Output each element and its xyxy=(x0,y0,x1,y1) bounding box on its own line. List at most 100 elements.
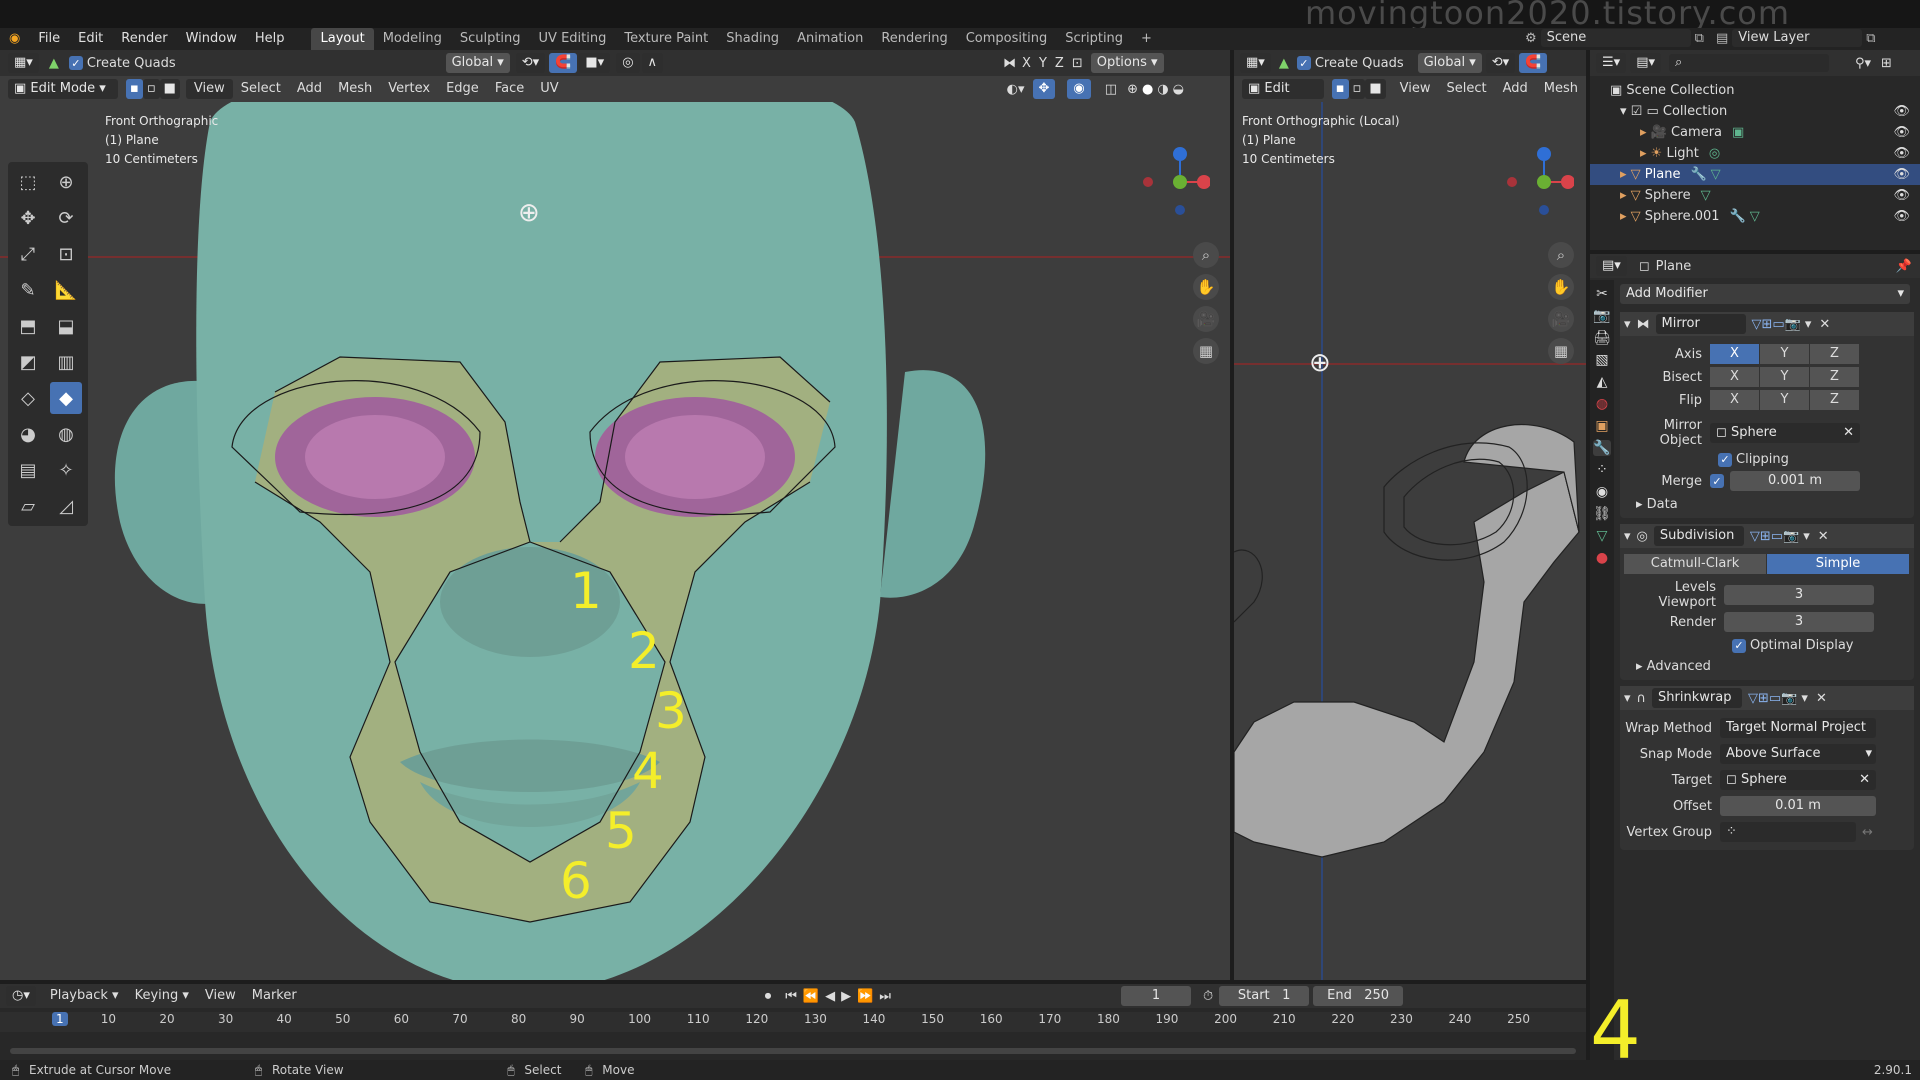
modifier-tab-icon[interactable]: 🔧 xyxy=(1593,440,1611,456)
tool-tab-icon[interactable]: ✂ xyxy=(1596,286,1608,302)
rendered-shading-icon[interactable]: ◒ xyxy=(1173,82,1184,97)
3d-cursor-icon[interactable]: ⊕ xyxy=(518,198,540,228)
add-modifier-dropdown[interactable]: Add Modifier ▾ xyxy=(1620,284,1910,304)
eye-icon[interactable]: 👁 xyxy=(1893,164,1910,185)
snap-icon[interactable]: 🧲 xyxy=(549,53,578,73)
eye-icon[interactable]: 👁 xyxy=(1893,185,1910,206)
outliner-item-sphere[interactable]: ▸ ▽ Sphere ▽ 👁 xyxy=(1590,185,1920,206)
filter-icon[interactable]: ⚲▾ xyxy=(1855,56,1871,71)
view-layer-tab-icon[interactable]: ▧ xyxy=(1595,352,1608,368)
offset-field[interactable]: 0.01 m xyxy=(1720,796,1876,816)
left-3d-view[interactable]: Front Orthographic (1) Plane 10 Centimet… xyxy=(0,102,1230,980)
tab-layout[interactable]: Layout xyxy=(311,28,374,50)
stopwatch-icon[interactable]: ⏱ xyxy=(1203,989,1213,1004)
tab-shading[interactable]: Shading xyxy=(717,28,788,50)
menu-uv[interactable]: UV xyxy=(532,79,566,99)
flip-z-toggle[interactable]: Z xyxy=(1810,390,1859,410)
cursor-tool-icon[interactable]: ⊕ xyxy=(50,166,82,198)
menu-edit[interactable]: Edit xyxy=(69,28,112,50)
menu-file[interactable]: File xyxy=(29,28,69,50)
collapse-arrow-icon[interactable]: ▾ xyxy=(1624,529,1631,544)
right-menu-select[interactable]: Select xyxy=(1438,79,1494,99)
smooth-tool-icon[interactable]: ◍ xyxy=(50,418,82,450)
catmull-clark-button[interactable]: Catmull-Clark xyxy=(1624,554,1766,574)
right-orientation-dropdown[interactable]: Global ▾ xyxy=(1417,53,1482,73)
right-pivot-icon[interactable]: ⟲▾ xyxy=(1485,53,1516,73)
target-field[interactable]: ◻ Sphere ✕ xyxy=(1720,770,1876,790)
flip-y-toggle[interactable]: Y xyxy=(1760,390,1809,410)
edit-mode-dropdown[interactable]: ▣ Edit Mode ▾ xyxy=(8,79,118,99)
dropdown-icon[interactable]: ▾ xyxy=(1803,529,1810,544)
xray-icon[interactable]: ◫ xyxy=(1105,82,1117,97)
invert-vertex-group-icon[interactable]: ↔ xyxy=(1862,825,1873,840)
outliner-editor-type-icon[interactable]: ☰▾ xyxy=(1596,53,1627,73)
scene-selector[interactable]: Scene xyxy=(1540,29,1691,47)
tab-scripting[interactable]: Scripting xyxy=(1056,28,1132,50)
spin-tool-icon[interactable]: ◕ xyxy=(12,418,44,450)
solid-shading-icon[interactable]: ● xyxy=(1142,82,1153,97)
right-edit-mode-dropdown[interactable]: ▣ Edit Mode ▾ xyxy=(1242,79,1324,116)
play-reverse-icon[interactable]: ◀ xyxy=(825,989,835,1004)
outliner-item-scene-collection[interactable]: ▣ Scene Collection xyxy=(1590,80,1920,101)
menu-add[interactable]: Add xyxy=(289,79,330,99)
eye-icon[interactable]: 👁 xyxy=(1893,206,1910,227)
start-frame-field[interactable]: Start 1 xyxy=(1219,986,1310,1006)
physics-tab-icon[interactable]: ◉ xyxy=(1596,484,1608,500)
clipping-checkbox[interactable]: ✓ xyxy=(1718,452,1732,467)
falloff-icon[interactable]: ∧ xyxy=(641,53,664,73)
advanced-subpanel[interactable]: ▸ Advanced xyxy=(1620,659,1914,674)
select-box-icon[interactable]: ⬚ xyxy=(12,166,44,198)
marker-menu[interactable]: Marker xyxy=(244,986,305,1006)
eye-icon[interactable]: 👁 xyxy=(1893,122,1910,143)
expand-arrow-icon[interactable]: ▾ xyxy=(1620,104,1631,119)
axis-y-toggle[interactable]: Y xyxy=(1760,344,1809,364)
overlay-icon[interactable]: ◉ xyxy=(1067,79,1091,99)
extrude-tool-icon[interactable]: ⬒ xyxy=(12,310,44,342)
mirror-name-field[interactable]: Mirror xyxy=(1655,314,1746,334)
auto-merge-icon[interactable]: ⊡ xyxy=(1072,56,1083,71)
timeline-view-menu[interactable]: View xyxy=(197,986,244,1006)
inset-tool-icon[interactable]: ⬓ xyxy=(50,310,82,342)
right-snap-icon[interactable]: 🧲 xyxy=(1519,53,1548,73)
mirror-object-field[interactable]: ◻ Sphere ✕ xyxy=(1710,423,1860,443)
axis-z-toggle[interactable]: Z xyxy=(1810,344,1859,364)
mirror-toggle-icons[interactable]: ▽⊞▭📷 xyxy=(1752,317,1801,332)
right-menu-mesh[interactable]: Mesh xyxy=(1536,79,1586,99)
bisect-z-toggle[interactable]: Z xyxy=(1810,367,1859,387)
shrinkwrap-name-field[interactable]: Shrinkwrap xyxy=(1652,688,1743,708)
object-tab-icon[interactable]: ▣ xyxy=(1595,418,1608,434)
playback-menu[interactable]: Playback ▾ xyxy=(42,986,127,1006)
render-tab-icon[interactable]: 📷 xyxy=(1593,308,1610,324)
constraints-tab-icon[interactable]: ⛓ xyxy=(1593,506,1611,522)
eye-icon[interactable]: 👁 xyxy=(1893,143,1910,164)
levels-viewport-field[interactable]: 3 xyxy=(1724,585,1874,605)
measure-tool-icon[interactable]: 📐 xyxy=(50,274,82,306)
display-mode-icon[interactable]: ▤▾ xyxy=(1630,53,1661,73)
bisect-x-toggle[interactable]: X xyxy=(1710,367,1759,387)
zoom-icon[interactable]: ⌕ xyxy=(1193,242,1219,268)
proportional-edit-icon[interactable]: ◎ xyxy=(616,53,640,73)
tab-animation[interactable]: Animation xyxy=(788,28,872,50)
output-tab-icon[interactable]: 🖨 xyxy=(1593,330,1611,346)
end-frame-field[interactable]: End 250 xyxy=(1313,986,1404,1006)
next-keyframe-icon[interactable]: ⏩ xyxy=(857,989,873,1004)
keying-menu[interactable]: Keying ▾ xyxy=(127,986,197,1006)
options-dropdown[interactable]: Options ▾ xyxy=(1090,53,1164,73)
transform-orientation-dropdown[interactable]: Global ▾ xyxy=(445,53,510,73)
right-3d-view[interactable]: Front Orthographic (Local) (1) Plane 10 … xyxy=(1234,102,1586,980)
menu-vertex[interactable]: Vertex xyxy=(380,79,438,99)
copy-view-layer-icon[interactable]: ⧉ xyxy=(1866,31,1875,46)
blender-logo-icon[interactable]: ◉ xyxy=(0,28,29,50)
copy-scene-icon[interactable]: ⧉ xyxy=(1695,31,1704,46)
dropdown-icon[interactable]: ▾ xyxy=(1801,691,1808,706)
right-create-quads-checkbox[interactable]: ✓ xyxy=(1296,56,1311,70)
move-tool-icon[interactable]: ✥ xyxy=(12,202,44,234)
snap-mode-dropdown[interactable]: Above Surface ▾ xyxy=(1720,744,1876,764)
outliner-item-collection[interactable]: ▾ ☑ ▭ Collection 👁 xyxy=(1590,101,1920,122)
material-tab-icon[interactable]: ● xyxy=(1596,550,1608,566)
edge-select-icon[interactable]: ▫ xyxy=(142,79,160,99)
shrink-fatten-tool-icon[interactable]: ✧ xyxy=(50,454,82,486)
poly-build-tool-icon[interactable]: ◆ xyxy=(50,382,82,414)
edge-slide-tool-icon[interactable]: ▤ xyxy=(12,454,44,486)
timeline-scrollbar[interactable] xyxy=(10,1048,1576,1054)
